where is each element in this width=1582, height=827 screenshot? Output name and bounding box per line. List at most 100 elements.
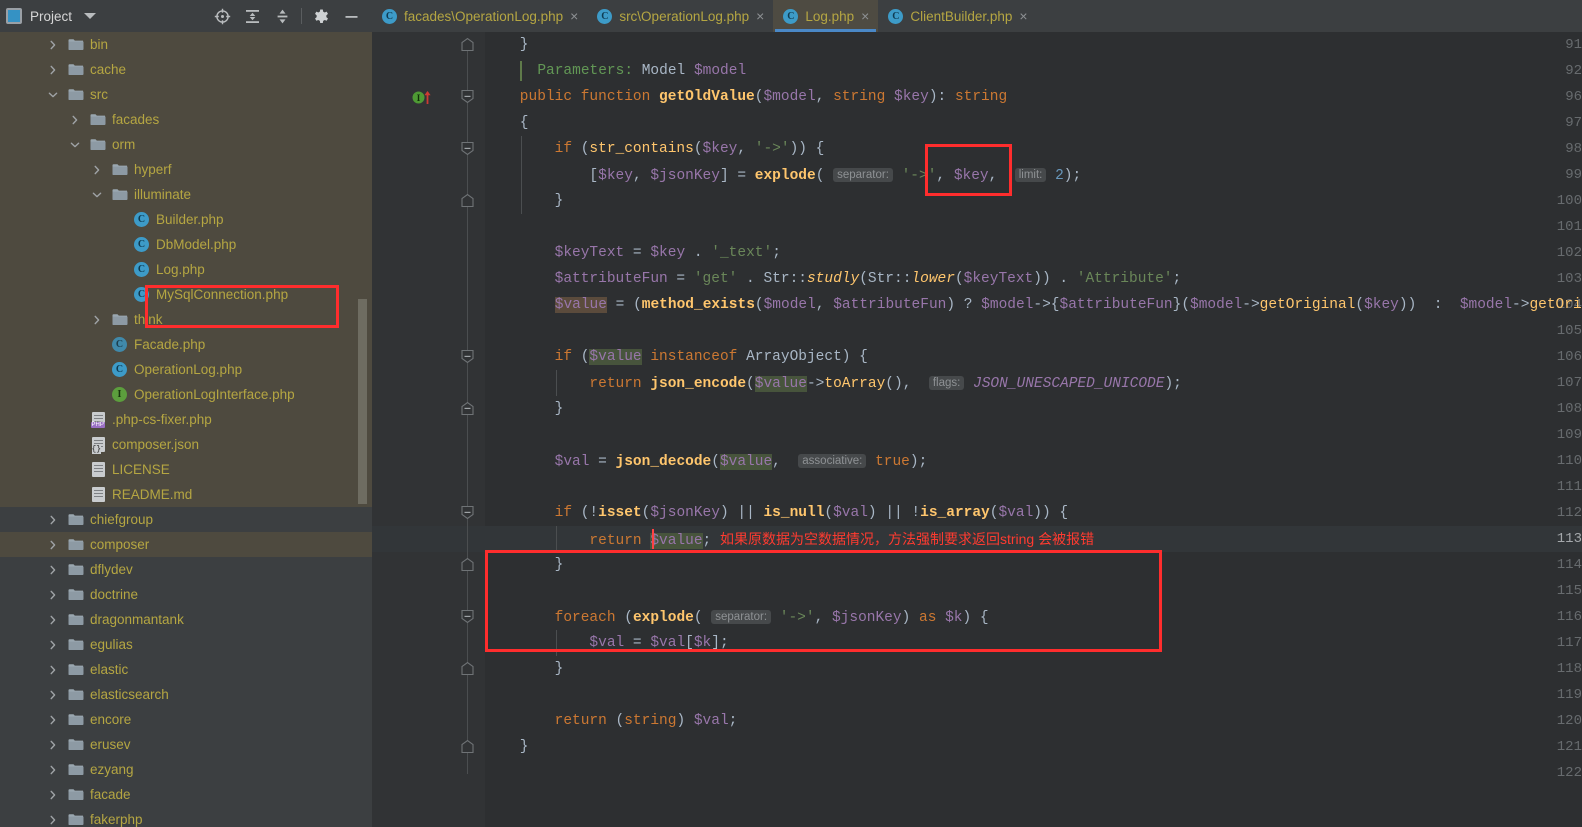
gear-icon[interactable] (306, 3, 336, 29)
locate-icon[interactable] (207, 3, 237, 29)
editor-tab[interactable]: Cfacades\OperationLog.php × (372, 0, 587, 32)
code-line[interactable]: [$key, $jsonKey] = explode( separator: '… (485, 162, 1081, 188)
editor-tab[interactable]: C Log.php × (773, 0, 879, 32)
tree-item[interactable]: egulias (0, 632, 372, 657)
tree-item[interactable]: C DbModel.php (0, 232, 372, 257)
chevron-right-icon[interactable] (46, 613, 60, 627)
code-fold-marker[interactable] (460, 37, 475, 52)
collapse-all-icon[interactable] (267, 3, 297, 29)
code-line[interactable]: if (str_contains($key, '->')) { (485, 136, 825, 162)
tree-item[interactable]: elasticsearch (0, 682, 372, 707)
chevron-right-icon[interactable] (46, 588, 60, 602)
tree-item[interactable]: cache (0, 57, 372, 82)
chevron-down-icon[interactable] (46, 88, 60, 102)
tree-item[interactable]: fakerphp (0, 807, 372, 827)
code-line[interactable]: return (string) $val; (485, 708, 738, 734)
close-icon[interactable]: × (756, 9, 764, 23)
tree-item[interactable]: dragonmantank (0, 607, 372, 632)
editor-tab[interactable]: Csrc\OperationLog.php × (587, 0, 773, 32)
chevron-right-icon[interactable] (46, 763, 60, 777)
tree-item[interactable]: ezyang (0, 757, 372, 782)
chevron-right-icon[interactable] (46, 688, 60, 702)
code-fold-marker[interactable] (460, 141, 475, 156)
tree-item[interactable]: facade (0, 782, 372, 807)
chevron-down-icon[interactable] (84, 13, 97, 19)
code-fold-marker[interactable] (460, 739, 475, 754)
tree-item[interactable]: C MySqlConnection.php (0, 282, 372, 307)
chevron-right-icon[interactable] (46, 738, 60, 752)
tree-item[interactable]: src (0, 82, 372, 107)
code-line[interactable]: $val = $val[$k]; (485, 630, 728, 656)
code-line[interactable]: $val = json_decode($value, associative: … (485, 448, 927, 474)
code-line[interactable]: $attributeFun = 'get' . Str::studly(Str:… (485, 266, 1182, 292)
code-fold-marker[interactable] (460, 401, 475, 416)
chevron-right-icon[interactable] (46, 638, 60, 652)
implementing-method-icon[interactable]: I (412, 90, 438, 104)
code-fold-marker[interactable] (460, 661, 475, 676)
code-fold-marker[interactable] (460, 349, 475, 364)
tree-item[interactable]: composer.json (0, 432, 372, 457)
code-fold-marker[interactable] (460, 193, 475, 208)
project-tree[interactable]: bin cache src facades orm hyperf illuminate C Bu… (0, 32, 372, 827)
tree-item[interactable]: README.md (0, 482, 372, 507)
close-icon[interactable]: × (861, 9, 869, 23)
tree-item[interactable]: doctrine (0, 582, 372, 607)
code-line[interactable]: { (485, 110, 529, 136)
tree-item[interactable]: LICENSE (0, 457, 372, 482)
chevron-right-icon[interactable] (68, 113, 82, 127)
tree-item[interactable]: encore (0, 707, 372, 732)
code-line[interactable]: if ($value instanceof ArrayObject) { (485, 344, 868, 370)
chevron-right-icon[interactable] (46, 813, 60, 827)
code-line[interactable]: } (485, 552, 564, 578)
code-line[interactable]: } (485, 188, 564, 214)
tree-item[interactable]: erusev (0, 732, 372, 757)
code-line[interactable]: Parameters: Model $model (485, 58, 746, 84)
code-line[interactable]: } (485, 396, 564, 422)
tree-item[interactable]: dflydev (0, 557, 372, 582)
close-icon[interactable]: × (570, 9, 578, 23)
tree-item[interactable]: C Builder.php (0, 207, 372, 232)
code-fold-marker[interactable] (460, 505, 475, 520)
chevron-right-icon[interactable] (46, 663, 60, 677)
chevron-right-icon[interactable] (46, 563, 60, 577)
tree-item[interactable]: C Facade.php (0, 332, 372, 357)
tree-item[interactable]: hyperf (0, 157, 372, 182)
code-line[interactable]: if (!isset($jsonKey) || is_null($val) ||… (485, 500, 1068, 526)
tree-item[interactable]: composer (0, 532, 372, 557)
code-line[interactable]: $value = (method_exists($model, $attribu… (485, 292, 1582, 318)
tree-item[interactable]: facades (0, 107, 372, 132)
code-text-area[interactable]: } Parameters: Model $model public functio… (485, 32, 1582, 827)
close-icon[interactable]: × (1019, 9, 1027, 23)
tree-item[interactable]: illuminate (0, 182, 372, 207)
code-fold-marker[interactable] (460, 609, 475, 624)
chevron-right-icon[interactable] (46, 788, 60, 802)
editor-line-number-gutter[interactable] (372, 32, 448, 827)
project-tree-panel[interactable]: bin cache src facades orm hyperf illuminate C Bu… (0, 32, 372, 827)
chevron-down-icon[interactable] (90, 188, 104, 202)
editor-tab[interactable]: C ClientBuilder.php × (878, 0, 1036, 32)
chevron-right-icon[interactable] (46, 513, 60, 527)
tree-item[interactable]: .php-cs-fixer.php (0, 407, 372, 432)
tree-item[interactable]: C OperationLog.php (0, 357, 372, 382)
code-fold-marker[interactable] (460, 89, 475, 104)
code-fold-marker[interactable] (460, 557, 475, 572)
tree-item[interactable]: think (0, 307, 372, 332)
tree-item[interactable]: orm (0, 132, 372, 157)
project-tree-scrollbar-thumb[interactable] (358, 299, 367, 504)
code-line[interactable]: $keyText = $key . '_text'; (485, 240, 781, 266)
minimize-icon[interactable] (336, 3, 366, 29)
chevron-right-icon[interactable] (46, 63, 60, 77)
tree-item[interactable]: chiefgroup (0, 507, 372, 532)
tree-item[interactable]: C Log.php (0, 257, 372, 282)
code-line[interactable]: return $value; 如果原数据为空数据情况，方法强制要求返回strin… (485, 526, 1094, 552)
chevron-right-icon[interactable] (90, 163, 104, 177)
code-line[interactable]: } (485, 656, 564, 682)
code-editor[interactable]: 91 92 96 97 98 99 100 101 102 103 104 105 106 107 108 1… (372, 32, 1582, 827)
code-editor-viewport[interactable]: 91 92 96 97 98 99 100 101 102 103 104 105 106 107 108 1… (372, 32, 1582, 827)
chevron-right-icon[interactable] (46, 538, 60, 552)
code-line[interactable]: foreach (explode( separator: '->', $json… (485, 604, 989, 630)
chevron-down-icon[interactable] (68, 138, 82, 152)
tree-item[interactable]: I OperationLogInterface.php (0, 382, 372, 407)
code-line[interactable]: return json_encode($value->toArray(), fl… (485, 370, 1182, 396)
chevron-right-icon[interactable] (90, 313, 104, 327)
